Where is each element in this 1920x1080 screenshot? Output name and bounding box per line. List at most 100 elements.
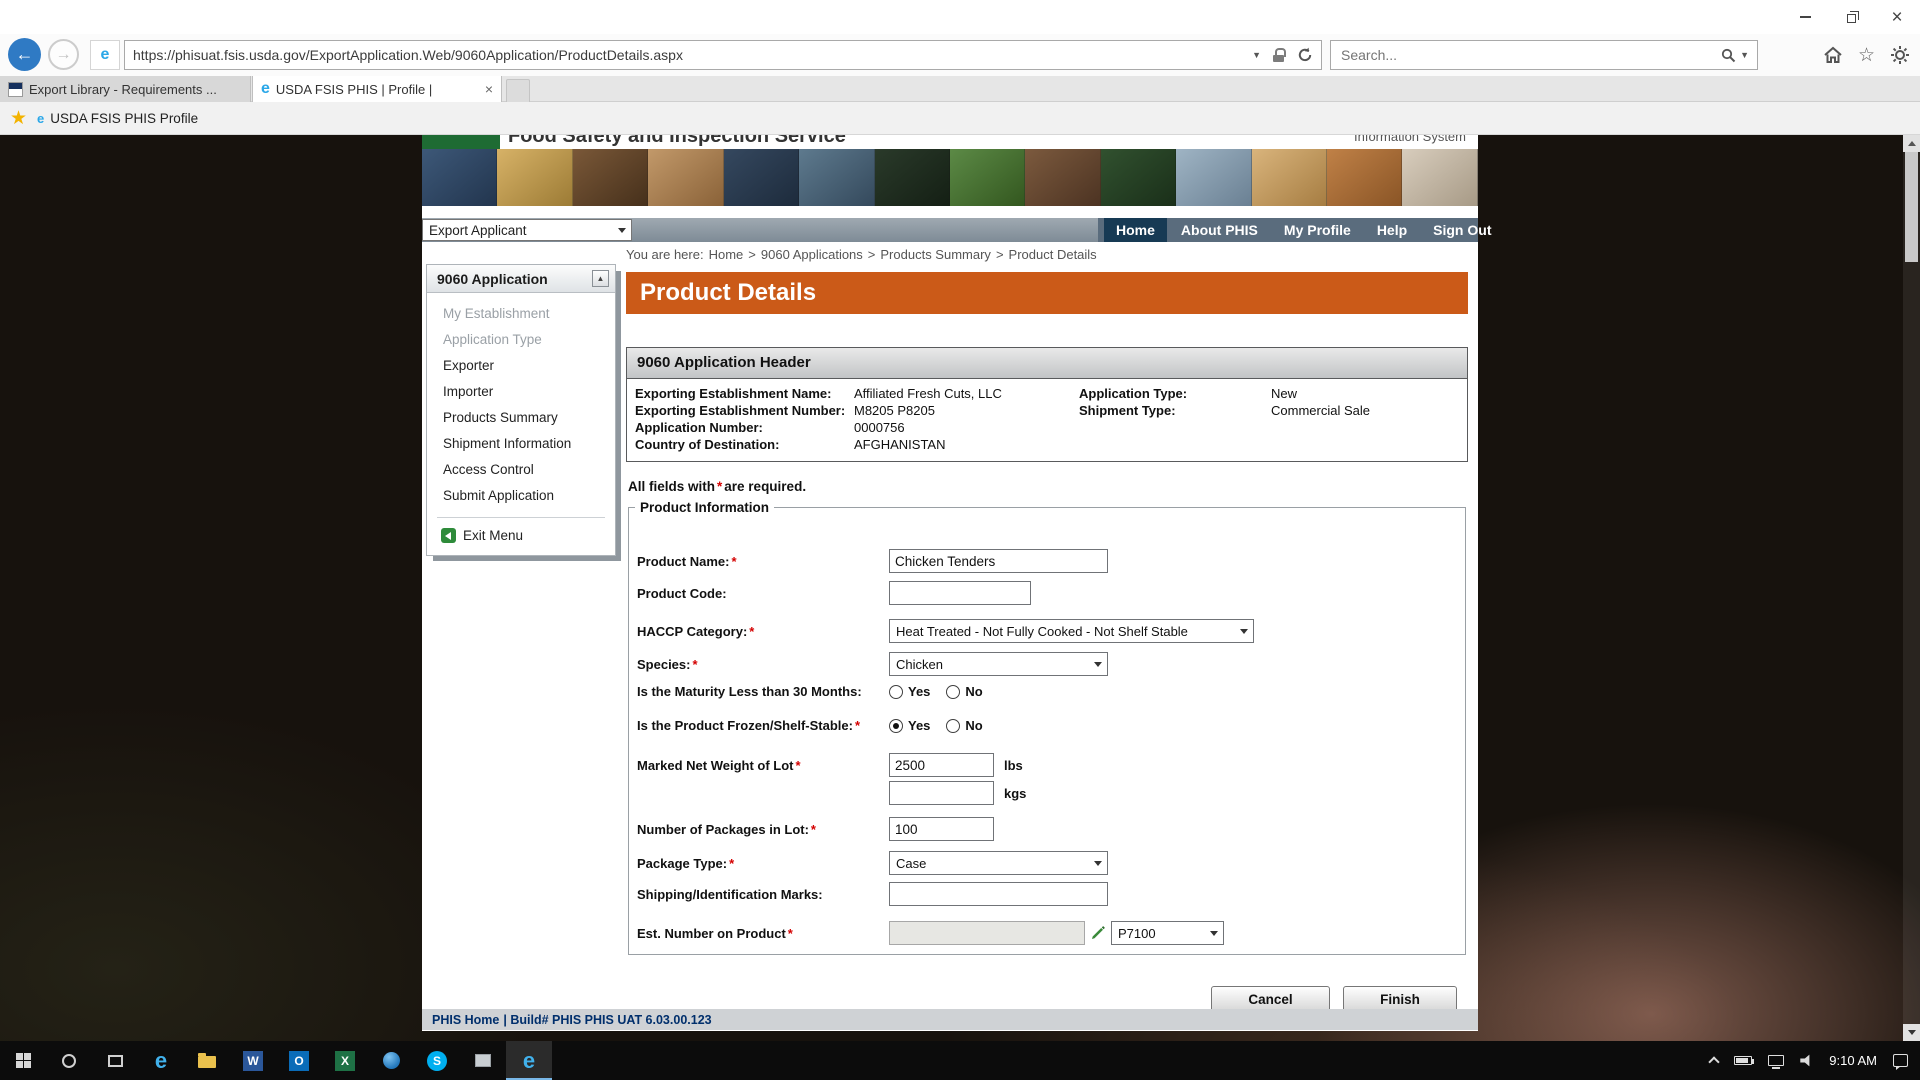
browser-toolbar: ☆ (1823, 40, 1910, 70)
search-input[interactable] (1339, 46, 1721, 64)
sidebar-item-my-establishment: My Establishment (427, 301, 615, 327)
restore-button[interactable] (1828, 0, 1874, 34)
url-text[interactable]: https://phisuat.fsis.usda.gov/ExportAppl… (133, 47, 1252, 63)
taskbar-skype[interactable]: S (414, 1041, 460, 1080)
application-header-box: Exporting Establishment Name:Affiliated … (626, 379, 1468, 462)
taskbar-word[interactable]: W (230, 1041, 276, 1080)
taskbar-file-explorer[interactable] (184, 1041, 230, 1080)
shipping-marks-input[interactable] (889, 882, 1108, 906)
volume-icon[interactable] (1800, 1054, 1813, 1067)
url-bar[interactable]: https://phisuat.fsis.usda.gov/ExportAppl… (124, 40, 1322, 70)
breadcrumb-home[interactable]: Home (709, 247, 744, 262)
taskbar-app[interactable] (460, 1041, 506, 1080)
collapse-button[interactable]: ▲ (592, 270, 609, 287)
sidebar-item-exporter[interactable]: Exporter (427, 353, 615, 379)
taskbar-ie-active[interactable]: e (506, 1041, 552, 1080)
haccp-select[interactable]: Heat Treated - Not Fully Cooked - Not Sh… (889, 619, 1254, 643)
cortana-button[interactable] (46, 1041, 92, 1080)
breadcrumb-prefix: You are here: (626, 247, 704, 262)
start-button[interactable] (0, 1041, 46, 1080)
system-title: Information System (1354, 135, 1466, 144)
frozen-no-radio[interactable] (946, 719, 960, 733)
banner-photo (573, 149, 648, 206)
sidebar-item-submit-application[interactable]: Submit Application (427, 483, 615, 509)
scroll-up-button[interactable] (1903, 135, 1920, 152)
breadcrumb-products-summary[interactable]: Products Summary (880, 247, 991, 262)
nav-my-profile[interactable]: My Profile (1272, 218, 1363, 242)
breadcrumb-separator: > (996, 247, 1004, 262)
tab-close-icon[interactable]: × (485, 82, 493, 96)
taskbar-ie[interactable]: e (138, 1041, 184, 1080)
nav-sign-out[interactable]: Sign Out (1421, 218, 1503, 242)
required-asterisk: * (715, 479, 724, 494)
search-box[interactable]: ▼ (1330, 40, 1758, 70)
task-view-button[interactable] (92, 1041, 138, 1080)
new-tab-button[interactable] (506, 79, 530, 102)
top-nav-menu: Home About PHIS My Profile Help Sign Out (1098, 218, 1478, 242)
info-label: Shipment Type: (1079, 402, 1271, 419)
favorites-icon[interactable]: ☆ (1858, 46, 1875, 65)
address-bar: ← → e https://phisuat.fsis.usda.gov/Expo… (0, 34, 1920, 76)
taskbar-clock[interactable]: 9:10 AM (1829, 1053, 1877, 1068)
maturity-yes-radio[interactable] (889, 685, 903, 699)
package-type-select[interactable]: Case (889, 851, 1108, 875)
dropdown-caret-icon (1205, 931, 1223, 936)
info-value: 0000756 (854, 420, 905, 435)
action-center-icon[interactable] (1893, 1054, 1908, 1067)
maturity-no-label[interactable]: No (965, 684, 982, 699)
taskbar-browser-globe[interactable] (368, 1041, 414, 1080)
footer-phis-home-link[interactable]: PHIS Home (432, 1013, 499, 1027)
vertical-scrollbar[interactable] (1903, 135, 1920, 1041)
gear-icon[interactable] (1890, 45, 1910, 65)
tab-label: Export Library - Requirements ... (29, 82, 242, 97)
tab-export-library[interactable]: Export Library - Requirements ... (0, 76, 251, 102)
close-button[interactable]: × (1874, 0, 1920, 34)
nav-help[interactable]: Help (1365, 218, 1419, 242)
taskbar-excel[interactable]: X (322, 1041, 368, 1080)
frozen-yes-label[interactable]: Yes (908, 718, 930, 733)
nav-home[interactable]: Home (1104, 218, 1167, 242)
role-select[interactable]: Export Applicant (422, 219, 632, 241)
net-weight-kgs-input[interactable] (889, 781, 994, 805)
required-note-post: are required. (724, 479, 806, 494)
packages-input[interactable] (889, 817, 994, 841)
back-button[interactable]: ← (8, 38, 41, 71)
scrollbar-thumb[interactable] (1905, 152, 1918, 262)
sidebar-item-shipment-information[interactable]: Shipment Information (427, 431, 615, 457)
est-number-label: Est. Number on Product* (637, 926, 889, 941)
maturity-yes-label[interactable]: Yes (908, 684, 930, 699)
network-icon[interactable] (1768, 1055, 1784, 1066)
favorite-link-phis[interactable]: e USDA FSIS PHIS Profile (37, 111, 198, 126)
frozen-yes-radio[interactable] (889, 719, 903, 733)
haccp-label: HACCP Category:* (637, 624, 889, 639)
sidebar-item-products-summary[interactable]: Products Summary (427, 405, 615, 431)
search-button[interactable]: ▼ (1721, 48, 1749, 63)
breadcrumb-9060-applications[interactable]: 9060 Applications (761, 247, 863, 262)
sidebar-item-access-control[interactable]: Access Control (427, 457, 615, 483)
hidden-icons-chevron[interactable] (1709, 1056, 1720, 1067)
sidebar-exit-menu[interactable]: Exit Menu (427, 526, 615, 553)
home-icon[interactable] (1823, 45, 1843, 65)
tab-phis-profile[interactable]: e USDA FSIS PHIS | Profile | × (252, 76, 502, 102)
species-select[interactable]: Chicken (889, 652, 1108, 676)
net-weight-lbs-input[interactable] (889, 753, 994, 777)
url-dropdown-caret-icon[interactable]: ▼ (1252, 50, 1261, 60)
edit-pencil-icon[interactable] (1091, 926, 1105, 940)
maturity-no-radio[interactable] (946, 685, 960, 699)
battery-icon[interactable] (1734, 1056, 1752, 1065)
product-name-input[interactable] (889, 549, 1108, 573)
forward-button[interactable]: → (48, 39, 79, 70)
dropdown-caret-icon (1235, 629, 1253, 634)
favorites-star-icon[interactable]: ★ (10, 109, 27, 128)
sidebar-item-importer[interactable]: Importer (427, 379, 615, 405)
taskbar-outlook[interactable]: O (276, 1041, 322, 1080)
refresh-icon[interactable] (1297, 47, 1313, 63)
est-number-select[interactable]: P7100 (1111, 921, 1224, 945)
breadcrumb-separator: > (748, 247, 756, 262)
product-name-row: Product Name:* (637, 549, 1457, 573)
product-code-input[interactable] (889, 581, 1031, 605)
nav-about-phis[interactable]: About PHIS (1169, 218, 1270, 242)
scroll-down-button[interactable] (1903, 1024, 1920, 1041)
frozen-no-label[interactable]: No (965, 718, 982, 733)
minimize-button[interactable] (1782, 0, 1828, 34)
